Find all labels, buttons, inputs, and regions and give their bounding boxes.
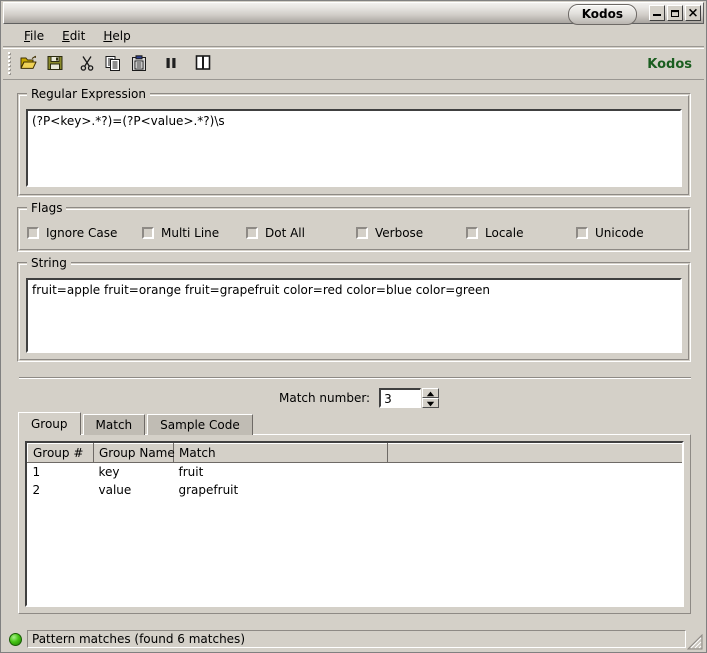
cell-match: fruit	[173, 462, 388, 481]
column-header-group-number[interactable]: Group #	[27, 443, 94, 463]
pause-icon	[164, 56, 178, 73]
cell-group-number: 1	[27, 462, 94, 481]
group-table: Group # Group Name Match 1 key fruit 2 v…	[27, 443, 682, 499]
flags-group-title: Flags	[27, 201, 67, 215]
flag-locale[interactable]: Locale	[466, 226, 523, 240]
spinner-down-icon	[426, 396, 435, 410]
cell-group-number: 2	[27, 480, 94, 499]
cut-icon	[79, 55, 95, 74]
save-button[interactable]	[42, 51, 68, 77]
toolbar-brand-label: Kodos	[647, 56, 692, 72]
menu-file-rest: ile	[30, 28, 45, 43]
pause-button[interactable]	[158, 51, 184, 77]
flag-verbose[interactable]: Verbose	[356, 226, 423, 240]
menu-bar: File Edit Help	[3, 25, 704, 47]
flag-ignore-case[interactable]: Ignore Case	[27, 226, 117, 240]
column-header-filler	[387, 443, 682, 463]
flag-multi-line[interactable]: Multi Line	[142, 226, 219, 240]
minimize-button[interactable]	[649, 5, 665, 21]
checkbox-unicode[interactable]	[576, 227, 588, 239]
menu-help-rest: elp	[112, 28, 131, 43]
open-button[interactable]	[16, 51, 42, 77]
status-bar: Pattern matches (found 6 matches)	[3, 628, 704, 650]
open-icon	[20, 55, 38, 74]
cell-filler	[387, 480, 682, 499]
paste-icon	[131, 54, 147, 74]
match-number-label: Match number:	[279, 391, 371, 405]
cell-group-name: key	[93, 462, 174, 481]
flag-unicode[interactable]: Unicode	[576, 226, 644, 240]
match-number-spinner: 3	[379, 388, 440, 410]
save-icon	[47, 55, 63, 74]
cell-match: grapefruit	[173, 480, 388, 499]
table-header-row: Group # Group Name Match	[27, 443, 682, 463]
window-controls	[649, 5, 701, 21]
match-number-spin-buttons	[422, 388, 440, 410]
copy-button[interactable]	[100, 51, 126, 77]
regular-expression-group-title: Regular Expression	[27, 87, 150, 101]
tab-match[interactable]: Match	[82, 414, 146, 435]
close-button[interactable]	[685, 5, 701, 21]
checkbox-verbose[interactable]	[356, 227, 368, 239]
menu-help[interactable]: Help	[94, 27, 139, 45]
menu-edit-rest: dit	[69, 28, 86, 43]
kodos-application-window: Kodos File Edit Help Kodos Regular Expre…	[0, 0, 707, 653]
column-header-group-name[interactable]: Group Name	[93, 443, 175, 463]
table-row[interactable]: 1 key fruit	[27, 462, 682, 481]
column-header-match[interactable]: Match	[173, 443, 388, 463]
client-area: Regular Expression (?P<key>.*?)=(?P<valu…	[3, 81, 704, 626]
group-results-table[interactable]: Group # Group Name Match 1 key fruit 2 v…	[25, 441, 684, 607]
flag-label-dot-all: Dot All	[265, 226, 305, 240]
title-bar[interactable]: Kodos	[3, 2, 704, 25]
menu-edit-accel: E	[62, 28, 70, 43]
book-icon	[195, 55, 211, 73]
cell-group-name: value	[93, 480, 174, 499]
flag-dot-all[interactable]: Dot All	[246, 226, 305, 240]
tab-group[interactable]: Group	[18, 412, 81, 435]
results-tabstrip: Group Match Sample Code	[18, 412, 255, 435]
tab-sample-code[interactable]: Sample Code	[147, 414, 253, 435]
toolbar-drag-handle[interactable]	[8, 52, 12, 76]
reference-button[interactable]	[190, 51, 216, 77]
toolbar: Kodos	[3, 48, 704, 80]
cut-button[interactable]	[74, 51, 100, 77]
cell-filler	[387, 462, 682, 481]
window-resize-grip[interactable]	[686, 633, 703, 650]
section-divider	[19, 377, 691, 379]
status-message: Pattern matches (found 6 matches)	[27, 630, 686, 648]
flag-label-ignore-case: Ignore Case	[46, 226, 118, 240]
match-number-control: Match number: 3	[279, 388, 440, 410]
match-number-input[interactable]: 3	[379, 388, 422, 408]
match-number-down-button[interactable]	[422, 396, 440, 410]
window-title: Kodos	[567, 4, 637, 25]
copy-icon	[105, 55, 121, 74]
menu-edit[interactable]: Edit	[53, 27, 94, 45]
table-row[interactable]: 2 value grapefruit	[27, 480, 682, 499]
flag-label-locale: Locale	[485, 226, 524, 240]
string-group-title: String	[27, 256, 71, 270]
maximize-button[interactable]	[667, 5, 683, 21]
string-input[interactable]: fruit=apple fruit=orange fruit=grapefrui…	[26, 278, 682, 353]
regex-input[interactable]: (?P<key>.*?)=(?P<value>.*?)\s	[26, 109, 682, 187]
paste-button[interactable]	[126, 51, 152, 77]
flag-label-multi-line: Multi Line	[161, 226, 220, 240]
ok-led-icon	[9, 632, 22, 646]
flag-label-verbose: Verbose	[375, 226, 424, 240]
checkbox-locale[interactable]	[466, 227, 478, 239]
checkbox-dot-all[interactable]	[246, 227, 258, 239]
checkbox-multi-line[interactable]	[142, 227, 154, 239]
flag-label-unicode: Unicode	[595, 226, 644, 240]
checkbox-ignore-case[interactable]	[27, 227, 39, 239]
menu-file[interactable]: File	[15, 27, 53, 45]
